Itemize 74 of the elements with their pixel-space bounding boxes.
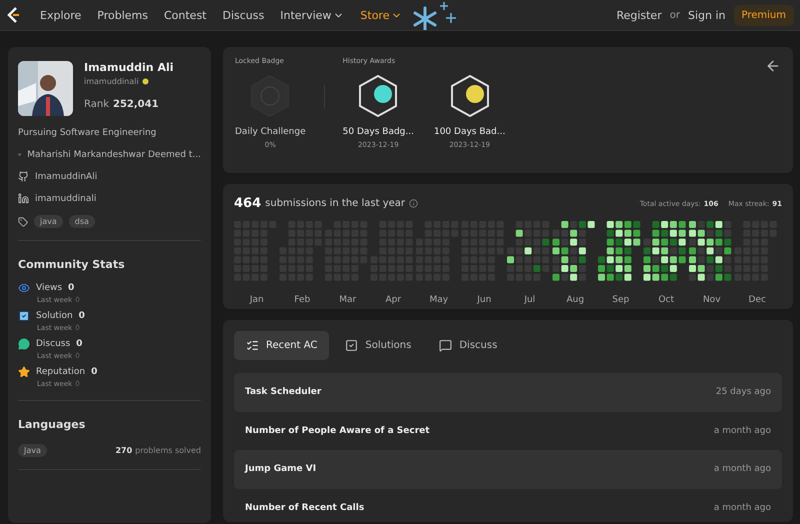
username: imamuddinali: [84, 77, 139, 86]
submission-count: 464: [234, 196, 262, 211]
submission-time: a month ago: [714, 464, 771, 474]
problem-title[interactable]: Number of Recent Calls: [245, 502, 364, 513]
month-label: Nov: [702, 294, 721, 305]
month-label: Jun: [477, 294, 492, 305]
nav-link[interactable]: Explore: [32, 8, 90, 22]
skill-tag: dsa: [68, 215, 95, 228]
register-link[interactable]: Register: [616, 8, 662, 22]
stat-label: Discuss: [36, 339, 70, 349]
month-label: Jan: [250, 294, 264, 305]
badge-name: 50 Days Badg...: [342, 127, 414, 137]
premium-button[interactable]: Premium: [734, 4, 794, 26]
eye-icon: [18, 282, 30, 294]
rank-value: 252,041: [113, 99, 159, 110]
check-icon: [345, 339, 358, 352]
problem-title[interactable]: Task Scheduler: [245, 387, 322, 398]
badge-icon: [450, 75, 490, 117]
nav-link[interactable]: Store: [352, 8, 410, 22]
month-label: Sep: [612, 294, 630, 305]
locked-badge-icon: [250, 75, 290, 117]
month-label: Apr: [385, 294, 402, 305]
submission-time: a month ago: [714, 426, 771, 436]
stat-value: 0: [91, 367, 98, 377]
stat-label: Views: [36, 283, 62, 293]
tab[interactable]: Solutions: [333, 331, 424, 360]
nav-link[interactable]: Interview: [272, 8, 352, 22]
tab[interactable]: Recent AC: [234, 331, 330, 360]
month-label: Aug: [566, 294, 584, 305]
section-title: Community Stats: [18, 258, 125, 271]
submission-label: submissions in the last year: [265, 198, 406, 209]
stat-label: Reputation: [36, 367, 86, 377]
section-title: Languages: [18, 418, 86, 431]
language-tag: Java: [18, 444, 47, 457]
solved-count: 270: [115, 446, 132, 455]
checklist-icon: [246, 339, 259, 352]
month-label: Feb: [294, 294, 310, 305]
nav-link[interactable]: Discuss: [214, 8, 272, 22]
month-label: Mar: [339, 294, 356, 305]
logo-icon[interactable]: [6, 6, 22, 24]
stat-value: 0: [78, 311, 85, 321]
star-icon: [18, 366, 30, 378]
stat-label: Solution: [36, 311, 73, 321]
chat-icon: [439, 339, 452, 352]
profile-name: Imamuddin Ali: [84, 61, 174, 74]
github-icon: [18, 171, 29, 182]
badge-name: Daily Challenge: [235, 127, 306, 137]
month-label: Jul: [524, 294, 536, 305]
tab[interactable]: Discuss: [427, 331, 510, 360]
month-label: Oct: [658, 294, 674, 305]
submission-time: a month ago: [714, 502, 771, 513]
stat-value: 0: [68, 283, 74, 293]
month-label: May: [429, 294, 448, 305]
nav-link[interactable]: Contest: [156, 8, 214, 22]
chat-icon: [18, 338, 30, 350]
sun-icon: [142, 78, 149, 85]
skill-tag: java: [34, 215, 63, 228]
badge-icon: [358, 75, 398, 117]
check-icon: [18, 310, 30, 322]
nav-link[interactable]: Problems: [89, 8, 156, 22]
tag-icon: [18, 216, 28, 226]
solved-label: problems solved: [135, 446, 201, 455]
or-text: or: [670, 10, 680, 20]
month-label: Dec: [748, 294, 766, 305]
badge-name: 100 Days Bad...: [434, 127, 506, 137]
submission-time: 25 days ago: [716, 387, 771, 398]
rank-label: Rank: [84, 99, 109, 110]
stat-value: 0: [76, 339, 82, 349]
bio: Pursuing Software Engineering: [18, 128, 158, 138]
sign-in-link[interactable]: Sign in: [688, 8, 726, 22]
problem-title[interactable]: Number of People Aware of a Secret: [245, 426, 430, 436]
problem-title[interactable]: Jump Game VI: [245, 464, 316, 474]
linkedin-icon: [18, 193, 29, 204]
info-icon[interactable]: [409, 199, 418, 208]
